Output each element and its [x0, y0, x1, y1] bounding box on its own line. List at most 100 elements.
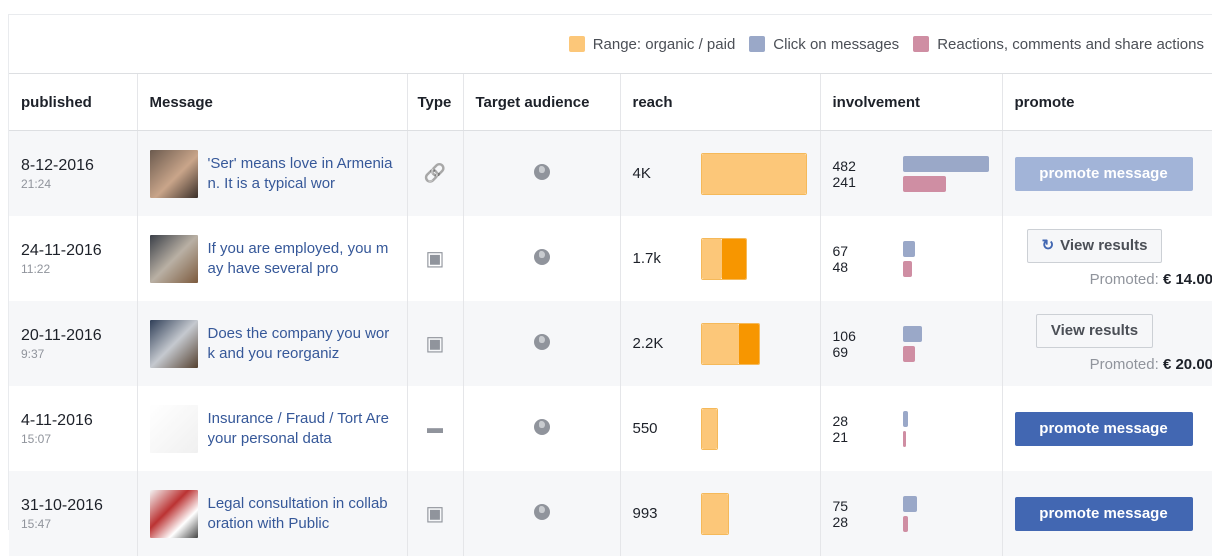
- view-results-label: View results: [1060, 237, 1147, 254]
- post-time: 15:07: [21, 431, 137, 447]
- cell-published: 24-11-2016 11:22: [9, 216, 137, 301]
- legend-clicks-swatch: [749, 36, 765, 52]
- col-involvement[interactable]: involvement: [820, 74, 1002, 131]
- col-message[interactable]: Message: [137, 74, 407, 131]
- clicks-bar: [903, 326, 922, 342]
- clicks-bar: [903, 496, 917, 512]
- reach-value: 4K: [633, 165, 701, 182]
- clicks-bar: [903, 241, 915, 257]
- cell-involvement: 67 48: [820, 216, 1002, 301]
- cell-type: ▣: [407, 301, 463, 386]
- refresh-icon: ↻: [1042, 237, 1055, 254]
- post-message-link[interactable]: Legal consultation in collaboration with…: [208, 494, 396, 534]
- post-thumbnail[interactable]: [150, 405, 198, 453]
- post-thumbnail[interactable]: [150, 490, 198, 538]
- table-row: 20-11-2016 9:37 Does the company you wor…: [9, 301, 1212, 386]
- promote-message-button[interactable]: promote message: [1015, 157, 1193, 191]
- post-message-link[interactable]: 'Ser' means love in Armenian. It is a ty…: [208, 154, 396, 194]
- link-icon: 🔗: [424, 163, 446, 184]
- post-time: 11:22: [21, 261, 137, 277]
- promote-message-button[interactable]: promote message: [1015, 412, 1193, 446]
- clicks-value: 106: [833, 328, 903, 344]
- post-message-link[interactable]: Insurance / Fraud / Tort Are your person…: [208, 409, 396, 449]
- gallery-icon: ▣: [426, 331, 445, 356]
- cell-reach: 993: [620, 471, 820, 556]
- reach-value: 550: [633, 420, 701, 437]
- cell-involvement: 75 28: [820, 471, 1002, 556]
- promoted-value: € 14.00: [1163, 271, 1212, 288]
- post-message-link[interactable]: Does the company you work and you reorga…: [208, 324, 396, 364]
- post-message-link[interactable]: If you are employed, you may have severa…: [208, 239, 396, 279]
- post-thumbnail[interactable]: [150, 150, 198, 198]
- cell-target: [463, 471, 620, 556]
- gallery-icon: ▣: [426, 501, 445, 526]
- legend-range-label: Range: organic / paid: [593, 36, 736, 53]
- cell-published: 4-11-2016 15:07: [9, 386, 137, 471]
- post-date: 20-11-2016: [21, 326, 137, 346]
- cell-reach: 550: [620, 386, 820, 471]
- post-thumbnail[interactable]: [150, 320, 198, 368]
- globe-icon: [534, 164, 550, 180]
- reactions-value: 48: [833, 259, 903, 275]
- comment-icon: ▬: [427, 420, 443, 438]
- cell-reach: 2.2K: [620, 301, 820, 386]
- legend-range-swatch: [569, 36, 585, 52]
- table-row: 24-11-2016 11:22 If you are employed, yo…: [9, 216, 1212, 301]
- reach-organic-bar: [702, 409, 717, 449]
- reactions-value: 21: [833, 429, 903, 445]
- cell-promote: promote message: [1002, 131, 1212, 217]
- col-promote[interactable]: promote: [1002, 74, 1212, 131]
- legend-reactions-swatch: [913, 36, 929, 52]
- clicks-value: 67: [833, 243, 903, 259]
- cell-type: 🔗: [407, 131, 463, 217]
- view-results-button[interactable]: ↻ View results: [1027, 229, 1163, 263]
- table-row: 8-12-2016 21:24 'Ser' means love in Arme…: [9, 131, 1212, 217]
- globe-icon: [534, 334, 550, 350]
- cell-reach: 4K: [620, 131, 820, 217]
- post-thumbnail[interactable]: [150, 235, 198, 283]
- view-results-button[interactable]: View results: [1036, 314, 1153, 348]
- cell-involvement: 28 21: [820, 386, 1002, 471]
- cell-message: Insurance / Fraud / Tort Are your person…: [137, 386, 407, 471]
- posts-table: published Message Type Target audience r…: [9, 73, 1212, 556]
- cell-type: ▣: [407, 471, 463, 556]
- col-published[interactable]: published: [9, 74, 137, 131]
- reach-bar: [701, 153, 807, 195]
- reach-organic-bar: [702, 324, 739, 364]
- legend-clicks: Click on messages: [749, 36, 899, 53]
- reach-paid-bar: [739, 324, 759, 364]
- cell-message: Legal consultation in collaboration with…: [137, 471, 407, 556]
- clicks-value: 482: [833, 158, 903, 174]
- cell-promote: promote message: [1002, 471, 1212, 556]
- view-results-label: View results: [1051, 322, 1138, 339]
- reactions-value: 28: [833, 514, 903, 530]
- legend-reactions: Reactions, comments and share actions: [913, 36, 1204, 53]
- reach-bar: [701, 238, 747, 280]
- col-target[interactable]: Target audience: [463, 74, 620, 131]
- col-reach[interactable]: reach: [620, 74, 820, 131]
- col-type[interactable]: Type: [407, 74, 463, 131]
- reach-bar: [701, 493, 729, 535]
- cell-target: [463, 131, 620, 217]
- reach-value: 993: [633, 505, 701, 522]
- cell-published: 31-10-2016 15:47: [9, 471, 137, 556]
- promoted-amount: Promoted: € 14.00: [1015, 271, 1212, 288]
- post-time: 15:47: [21, 516, 137, 532]
- post-time: 9:37: [21, 346, 137, 362]
- cell-reach: 1.7k: [620, 216, 820, 301]
- chart-legend: Range: organic / paid Click on messages …: [9, 32, 1212, 56]
- cell-message: 'Ser' means love in Armenian. It is a ty…: [137, 131, 407, 217]
- reach-value: 2.2K: [633, 335, 701, 352]
- gallery-icon: ▣: [426, 246, 445, 271]
- cell-target: [463, 301, 620, 386]
- reactions-bar: [903, 176, 946, 192]
- reactions-value: 241: [833, 174, 903, 190]
- promoted-value: € 20.00: [1163, 356, 1212, 373]
- reactions-bar: [903, 516, 908, 532]
- reactions-bar: [903, 346, 915, 362]
- promote-message-button[interactable]: promote message: [1015, 497, 1193, 531]
- promoted-amount: Promoted: € 20.00: [1015, 356, 1212, 373]
- post-date: 4-11-2016: [21, 411, 137, 431]
- reach-value: 1.7k: [633, 250, 701, 267]
- table-header: published Message Type Target audience r…: [9, 74, 1212, 131]
